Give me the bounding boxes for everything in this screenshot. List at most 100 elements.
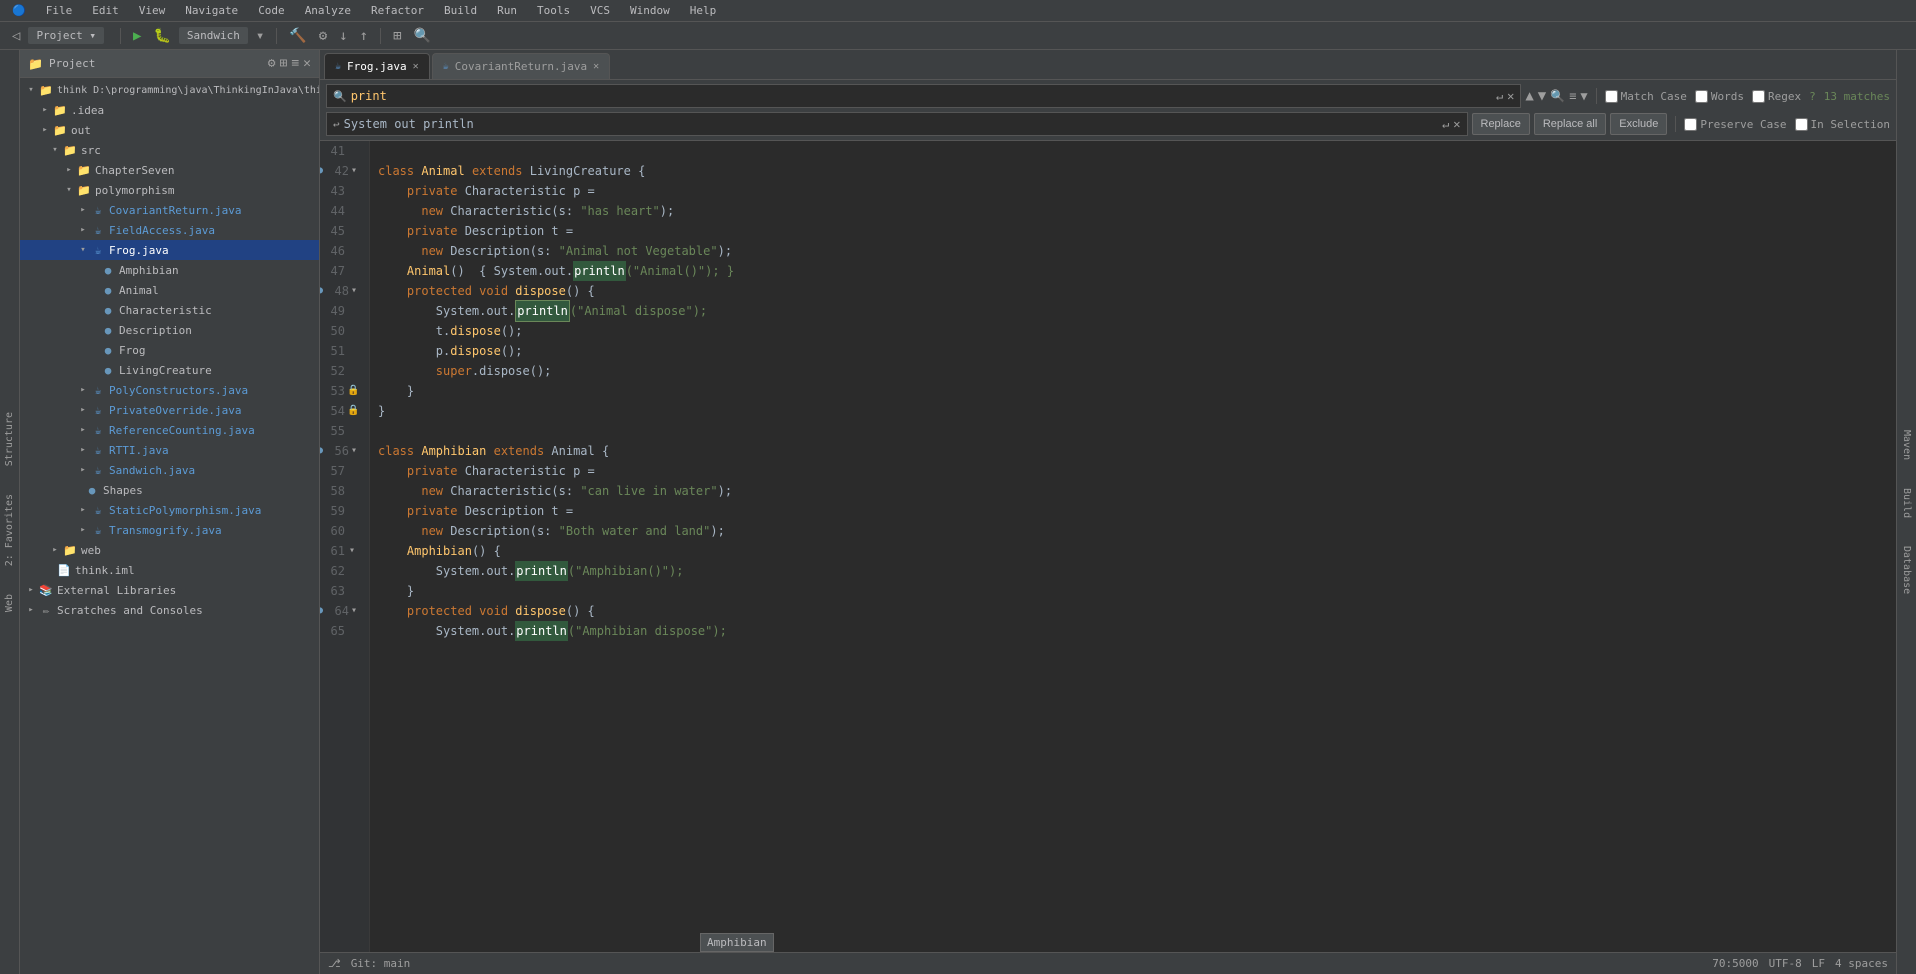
replace-clear-icon[interactable]: ✕	[1453, 117, 1460, 131]
tab-structure[interactable]: Structure	[2, 408, 17, 470]
tree-frog[interactable]: ▾ ☕ Frog.java	[20, 240, 319, 260]
preserve-case-option[interactable]: Preserve Case	[1684, 118, 1786, 131]
chevron-down-icon[interactable]: ▾	[252, 26, 268, 46]
tree-privateoverride[interactable]: ▸ ☕ PrivateOverride.java	[20, 400, 319, 420]
code-line-53[interactable]: }	[378, 381, 1896, 401]
find-filter-icon[interactable]: ▼	[1580, 89, 1587, 103]
tab-maven[interactable]: Maven	[1899, 426, 1914, 464]
tree-referencecounting[interactable]: ▸ ☕ ReferenceCounting.java	[20, 420, 319, 440]
gear-icon[interactable]: ⚙	[268, 56, 276, 71]
match-case-option[interactable]: Match Case	[1605, 90, 1687, 103]
line-sep-status[interactable]: LF	[1812, 957, 1825, 970]
code-line-54[interactable]: }	[378, 401, 1896, 421]
menu-help[interactable]: Help	[686, 2, 721, 19]
find-clear-icon[interactable]: ✕	[1507, 89, 1514, 103]
menu-window[interactable]: Window	[626, 2, 674, 19]
code-line-60[interactable]: new Description(s: "Both water and land"…	[378, 521, 1896, 541]
project-dropdown[interactable]: Project ▾	[28, 27, 104, 44]
debug-btn[interactable]: 🐛	[149, 26, 174, 46]
regex-option[interactable]: Regex	[1752, 90, 1801, 103]
code-editor[interactable]: 41 ●42▾ 43 44 45 46 47 ●●48▾ 49 50 51 52…	[320, 141, 1896, 952]
git-update-btn[interactable]: ↓	[335, 26, 351, 46]
preserve-case-checkbox[interactable]	[1684, 118, 1697, 131]
words-option[interactable]: Words	[1695, 90, 1744, 103]
find-enter-icon[interactable]: ↵	[1496, 89, 1503, 103]
menu-build[interactable]: Build	[440, 2, 481, 19]
code-line-62[interactable]: System.out.println("Amphibian()");	[378, 561, 1896, 581]
in-selection-option[interactable]: In Selection	[1795, 118, 1890, 131]
replace-enter-icon[interactable]: ↵	[1442, 117, 1449, 131]
code-line-57[interactable]: private Characteristic p =	[378, 461, 1896, 481]
code-line-47[interactable]: Animal() { System.out.println("Animal()"…	[378, 261, 1896, 281]
menu-file[interactable]: File	[42, 2, 77, 19]
code-line-51[interactable]: p.dispose();	[378, 341, 1896, 361]
code-line-55[interactable]	[378, 421, 1896, 441]
tree-web[interactable]: ▸ 📁 web	[20, 540, 319, 560]
tree-description-class[interactable]: ● Description	[20, 320, 319, 340]
tree-polymorphism[interactable]: ▾ 📁 polymorphism	[20, 180, 319, 200]
tree-fieldaccess[interactable]: ▸ ☕ FieldAccess.java	[20, 220, 319, 240]
code-line-43[interactable]: private Characteristic p =	[378, 181, 1896, 201]
tree-out[interactable]: ▸ 📁 out	[20, 120, 319, 140]
code-line-59[interactable]: private Description t =	[378, 501, 1896, 521]
tree-livingcreature-class[interactable]: ● LivingCreature	[20, 360, 319, 380]
code-line-58[interactable]: new Characteristic(s: "can live in water…	[378, 481, 1896, 501]
code-line-63[interactable]: }	[378, 581, 1896, 601]
code-line-64[interactable]: protected void dispose() {	[378, 601, 1896, 621]
find-next-icon[interactable]: ▼	[1538, 88, 1546, 104]
menu-navigate[interactable]: Navigate	[181, 2, 242, 19]
menu-vcs[interactable]: VCS	[586, 2, 614, 19]
git-push-btn[interactable]: ↑	[356, 26, 372, 46]
code-line-56[interactable]: class Amphibian extends Animal {	[378, 441, 1896, 461]
encoding-status[interactable]: UTF-8	[1769, 957, 1802, 970]
layout-btn[interactable]: ⊞	[389, 26, 405, 46]
back-icon[interactable]: ◁	[8, 26, 24, 46]
tree-frog-class[interactable]: ● Frog	[20, 340, 319, 360]
menu-view[interactable]: View	[135, 2, 170, 19]
find-input[interactable]	[351, 89, 1492, 103]
tree-polyconstructors[interactable]: ▸ ☕ PolyConstructors.java	[20, 380, 319, 400]
find-prev-icon[interactable]: ▲	[1525, 88, 1533, 104]
menu-tools[interactable]: Tools	[533, 2, 574, 19]
tree-src[interactable]: ▾ 📁 src	[20, 140, 319, 160]
tree-shapes[interactable]: ● Shapes	[20, 480, 319, 500]
run-config-dropdown[interactable]: Sandwich	[179, 27, 248, 44]
indent-status[interactable]: 4 spaces	[1835, 957, 1888, 970]
cov-tab-close[interactable]: ✕	[593, 61, 599, 72]
code-line-61[interactable]: Amphibian() {	[378, 541, 1896, 561]
menu-edit[interactable]: Edit	[88, 2, 123, 19]
code-line-65[interactable]: System.out.println("Amphibian dispose");	[378, 621, 1896, 641]
tab-frog[interactable]: ☕ Frog.java ✕	[324, 53, 430, 79]
tree-rtti[interactable]: ▸ ☕ RTTI.java	[20, 440, 319, 460]
tree-covariantreturn[interactable]: ▸ ☕ CovariantReturn.java	[20, 200, 319, 220]
find-in-file-icon[interactable]: 🔍	[1550, 89, 1565, 103]
tab-web[interactable]: Web	[2, 590, 17, 616]
words-checkbox[interactable]	[1695, 90, 1708, 103]
tree-external-libraries[interactable]: ▸ 📚 External Libraries	[20, 580, 319, 600]
expand-icon[interactable]: ⊞	[280, 56, 288, 71]
replace-all-button[interactable]: Replace all	[1534, 113, 1606, 135]
menu-refactor[interactable]: Refactor	[367, 2, 428, 19]
regex-checkbox[interactable]	[1752, 90, 1765, 103]
tab-build[interactable]: Build	[1899, 484, 1914, 522]
zoom-btn[interactable]: 🔍	[410, 26, 435, 46]
in-selection-checkbox[interactable]	[1795, 118, 1808, 131]
exclude-button[interactable]: Exclude	[1610, 113, 1667, 135]
find-toggle-icon[interactable]: ≡	[1569, 89, 1576, 103]
code-line-46[interactable]: new Description(s: "Animal not Vegetable…	[378, 241, 1896, 261]
code-line-45[interactable]: private Description t =	[378, 221, 1896, 241]
match-case-checkbox[interactable]	[1605, 90, 1618, 103]
tree-sandwich[interactable]: ▸ ☕ Sandwich.java	[20, 460, 319, 480]
tree-transmogrify[interactable]: ▸ ☕ Transmogrify.java	[20, 520, 319, 540]
tree-idea[interactable]: ▸ 📁 .idea	[20, 100, 319, 120]
settings-icon[interactable]: ≡	[291, 56, 299, 71]
tree-staticpolymorphism[interactable]: ▸ ☕ StaticPolymorphism.java	[20, 500, 319, 520]
replace-button[interactable]: Replace	[1472, 113, 1530, 135]
run-btn[interactable]: ▶	[129, 26, 145, 46]
tree-characteristic-class[interactable]: ● Characteristic	[20, 300, 319, 320]
tree-amphibian[interactable]: ● Amphibian	[20, 260, 319, 280]
close-panel-icon[interactable]: ✕	[303, 56, 311, 71]
frog-tab-close[interactable]: ✕	[413, 61, 419, 72]
code-line-49[interactable]: System.out.println("Animal dispose");	[378, 301, 1896, 321]
tree-scratches[interactable]: ▸ ✏ Scratches and Consoles	[20, 600, 319, 620]
